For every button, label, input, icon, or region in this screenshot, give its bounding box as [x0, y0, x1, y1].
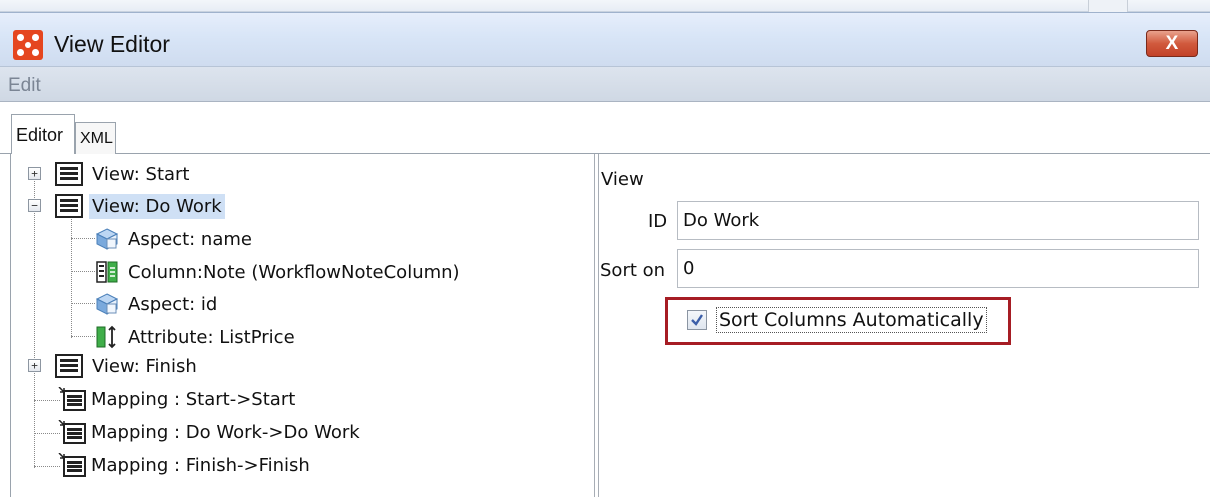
tree-item-label: Mapping : Start->Start: [91, 388, 296, 410]
view-editor-window: View Editor X Edit Editor XML + − + View…: [0, 12, 1210, 497]
id-label: ID: [648, 211, 668, 232]
tree-item-column-note[interactable]: Column:Note (WorkflowNoteColumn): [95, 257, 463, 287]
tree-item-label: View: Finish: [92, 355, 197, 377]
tab-xml[interactable]: XML: [75, 122, 116, 154]
aspect-icon: [95, 293, 119, 315]
tab-strip: Editor XML: [0, 102, 1210, 154]
background-window-strip: [0, 0, 1210, 12]
background-window-control: [1088, 0, 1128, 12]
tree-item-view-finish[interactable]: View: Finish: [55, 351, 200, 381]
tree-item-aspect-name[interactable]: Aspect: name: [95, 224, 255, 254]
tree-item-mapping-do-work[interactable]: Mapping : Do Work->Do Work: [58, 417, 363, 447]
sort-columns-label[interactable]: Sort Columns Automatically: [716, 307, 987, 333]
app-icon: [13, 30, 43, 60]
tree-item-label: Column:Note (WorkflowNoteColumn): [128, 261, 460, 283]
id-field[interactable]: Do Work: [677, 201, 1199, 240]
tree-connector: [34, 172, 35, 468]
tree-item-aspect-id[interactable]: Aspect: id: [95, 289, 220, 319]
tree-item-label: Mapping : Do Work->Do Work: [91, 421, 360, 443]
tree-item-mapping-finish[interactable]: Mapping : Finish->Finish: [58, 450, 313, 480]
mapping-icon: [58, 420, 86, 444]
tree-pane[interactable]: + − + View: Start View: Do Work Aspect: …: [11, 154, 595, 497]
sort-on-field[interactable]: 0: [677, 249, 1199, 288]
tree-item-mapping-start[interactable]: Mapping : Start->Start: [58, 384, 298, 414]
tree-item-label: View: Do Work: [89, 193, 225, 219]
tree-connector: [71, 303, 95, 304]
mapping-icon: [58, 453, 86, 477]
tree-item-label: Aspect: name: [128, 228, 252, 250]
view-icon: [55, 162, 83, 186]
view-icon: [55, 194, 83, 218]
tree-connector: [71, 336, 95, 337]
close-button[interactable]: X: [1146, 30, 1198, 57]
check-icon: [691, 314, 703, 326]
aspect-icon: [95, 228, 119, 250]
sort-on-label: Sort on: [600, 260, 666, 281]
window-title: View Editor: [54, 31, 170, 57]
menu-edit[interactable]: Edit: [8, 75, 41, 97]
tree-item-label: Mapping : Finish->Finish: [91, 454, 310, 476]
collapse-icon[interactable]: −: [28, 199, 41, 212]
tree-item-view-do-work[interactable]: View: Do Work: [55, 191, 225, 221]
title-bar[interactable]: View Editor X: [0, 12, 1210, 66]
tree-item-view-start[interactable]: View: Start: [55, 159, 193, 189]
tree-item-attribute-listprice[interactable]: Attribute: ListPrice: [95, 322, 298, 352]
tab-editor[interactable]: Editor: [11, 114, 75, 154]
section-title: View: [601, 169, 644, 190]
tree-item-label: Attribute: ListPrice: [128, 326, 295, 348]
view-icon: [55, 354, 83, 378]
mapping-icon: [58, 387, 86, 411]
tree-connector: [71, 238, 95, 239]
tree-connector: [34, 400, 60, 401]
tree-connector: [34, 433, 60, 434]
column-icon: [96, 261, 118, 283]
sort-columns-checkbox[interactable]: [687, 310, 707, 330]
tree-item-label: View: Start: [92, 163, 190, 185]
expand-icon[interactable]: +: [28, 167, 41, 180]
attribute-icon: [96, 325, 116, 349]
menu-bar: Edit: [0, 66, 1210, 102]
tree-item-label: Aspect: id: [128, 293, 218, 315]
tree-connector: [34, 466, 60, 467]
tree-connector: [71, 271, 95, 272]
expand-icon[interactable]: +: [28, 359, 41, 372]
